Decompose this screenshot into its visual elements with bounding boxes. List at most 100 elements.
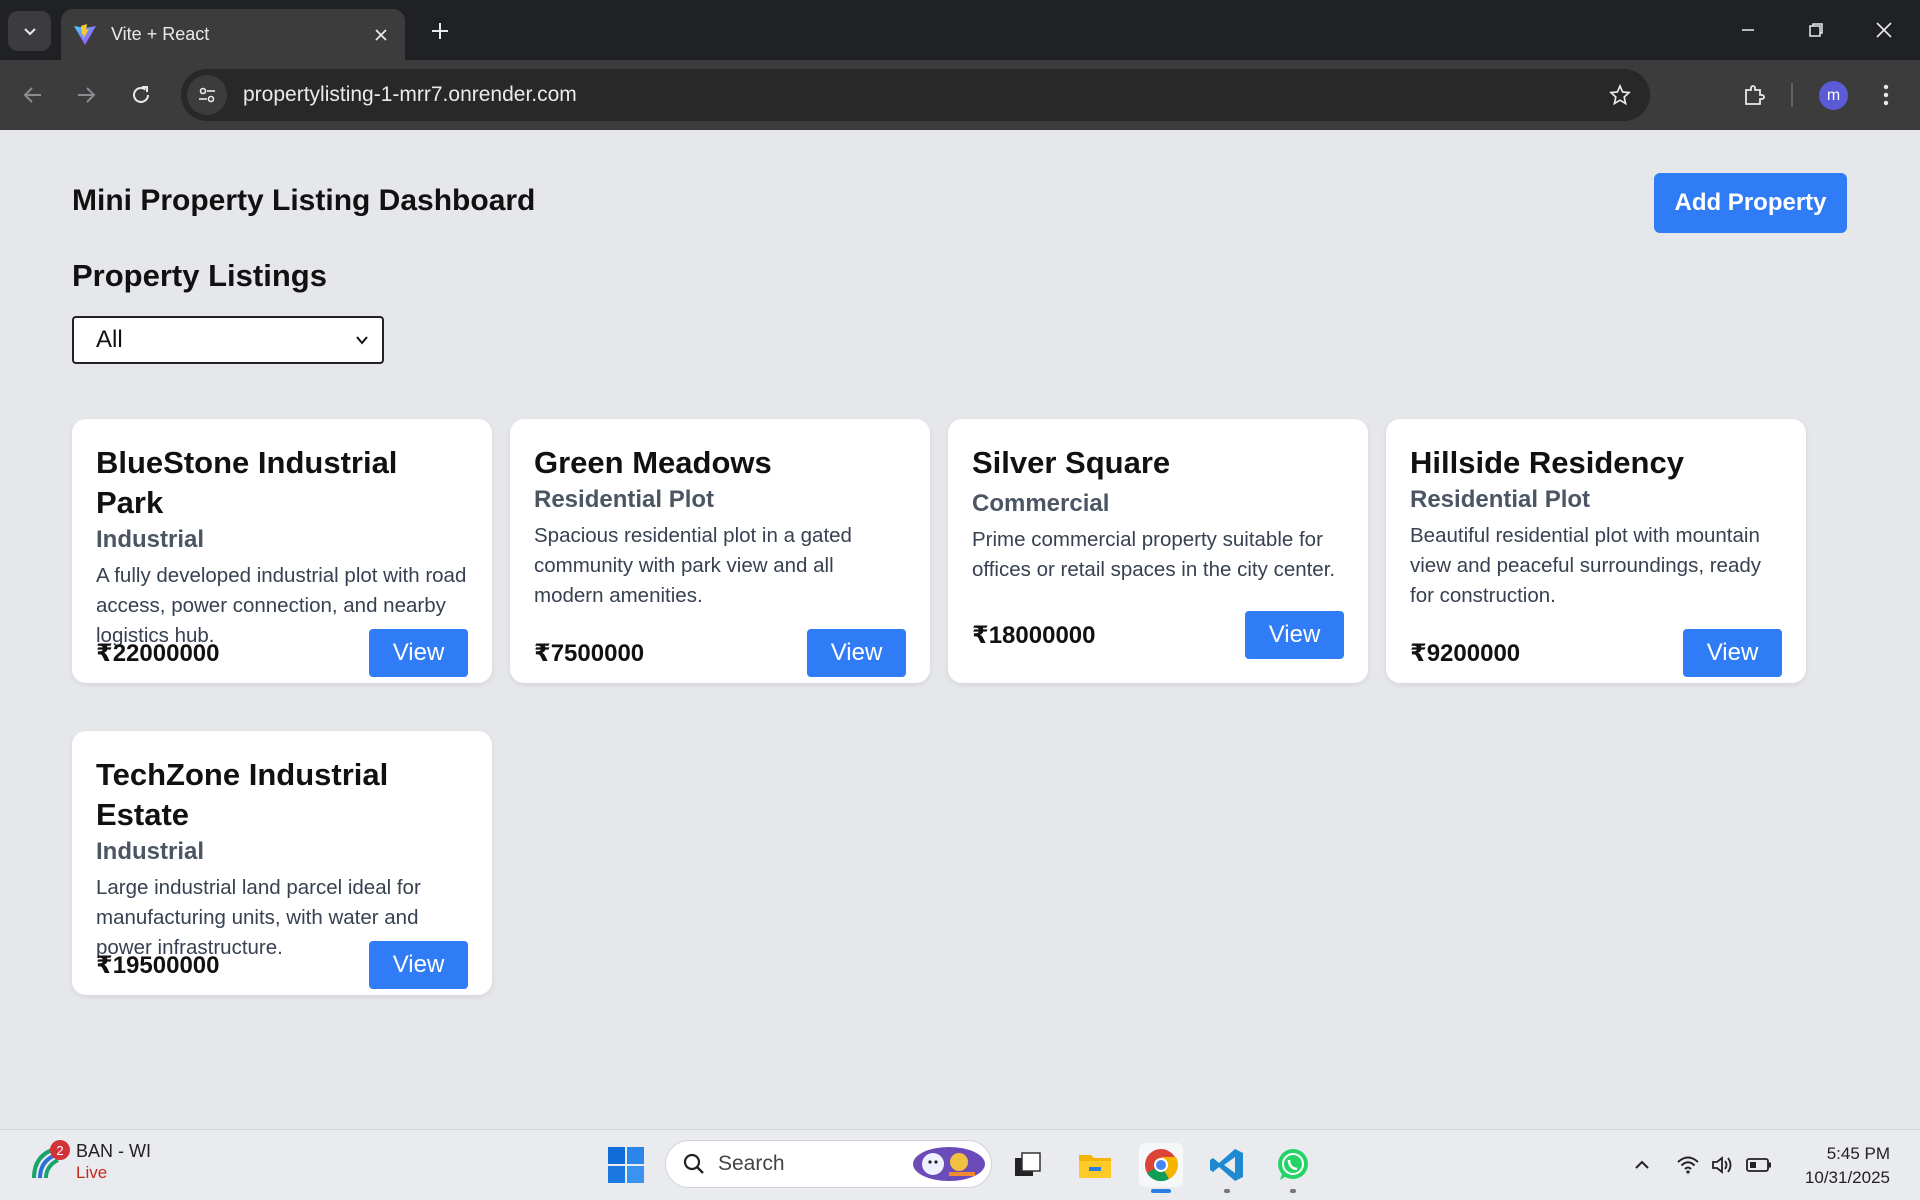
view-button[interactable]: View [807, 629, 906, 677]
property-title: Hillside Residency [1410, 445, 1684, 480]
bookmark-button[interactable] [1600, 75, 1640, 115]
start-button[interactable] [607, 1146, 645, 1184]
running-indicator [1224, 1189, 1230, 1193]
vite-logo-icon [74, 23, 96, 45]
folder-icon [1079, 1155, 1111, 1178]
card-footer: ₹18000000 View [972, 611, 1344, 659]
os-taskbar: 2 BAN - WI Live Search 5:45 PM 10/31/202… [0, 1129, 1920, 1200]
show-hidden-icons-button[interactable] [1627, 1150, 1657, 1180]
clock-date: 10/31/2025 [1804, 1168, 1890, 1187]
page-title: Mini Property Listing Dashboard [72, 184, 536, 217]
site-info-button[interactable] [187, 75, 227, 115]
search-icon [683, 1153, 704, 1174]
toolbar-divider [1791, 83, 1793, 107]
taskbar-search[interactable]: Search [665, 1140, 992, 1188]
property-description: Prime commercial property suitable for o… [972, 528, 1336, 581]
property-price: ₹7500000 [534, 639, 645, 667]
browser-menu-button[interactable] [1870, 75, 1902, 115]
vscode-icon [1210, 1149, 1243, 1181]
url-text[interactable]: propertylisting-1-mrr7.onrender.com [243, 83, 1600, 107]
active-indicator [1151, 1189, 1171, 1193]
network-button[interactable] [1673, 1150, 1703, 1180]
section-title: Property Listings [72, 258, 327, 293]
property-type: Industrial [96, 838, 205, 865]
restore-button[interactable] [1792, 10, 1840, 50]
add-property-button[interactable]: Add Property [1654, 173, 1847, 233]
volume-icon [1712, 1156, 1732, 1174]
restore-icon [1809, 23, 1823, 37]
halloween-search-highlight-icon [913, 1147, 985, 1181]
battery-button[interactable] [1744, 1150, 1774, 1180]
taskbar-app-file-explorer[interactable] [1073, 1143, 1117, 1187]
plus-icon [432, 23, 448, 39]
task-view-icon [1015, 1152, 1041, 1176]
view-button[interactable]: View [1683, 629, 1782, 677]
property-card: Hillside Residency Residential Plot Beau… [1386, 419, 1806, 683]
property-type: Commercial [972, 490, 1110, 517]
view-button[interactable]: View [1245, 611, 1344, 659]
property-type: Residential Plot [534, 486, 715, 513]
widget-status: Live [76, 1163, 108, 1182]
browser-toolbar: propertylisting-1-mrr7.onrender.com m [0, 60, 1920, 130]
property-card: Green Meadows Residential Plot Spacious … [510, 419, 930, 683]
arrow-left-icon [23, 87, 41, 103]
property-type: Residential Plot [1410, 486, 1591, 513]
widgets-button[interactable]: 2 BAN - WI Live [28, 1140, 151, 1184]
property-description: Spacious residential plot in a gated com… [534, 524, 852, 607]
battery-icon [1746, 1158, 1771, 1172]
chevron-down-icon [356, 336, 368, 345]
volume-button[interactable] [1708, 1150, 1738, 1180]
chevron-up-icon [1635, 1160, 1649, 1169]
property-title: TechZone Industrial Estate [96, 757, 389, 832]
clock-time: 5:45 PM [1826, 1144, 1890, 1163]
property-title: Silver Square [972, 445, 1171, 480]
property-card: BlueStone Industrial Park Industrial A f… [72, 419, 492, 683]
browser-tabbar: Vite + React [0, 0, 1920, 60]
property-card: TechZone Industrial Estate Industrial La… [72, 731, 492, 995]
reload-icon [133, 86, 149, 103]
browser-tab[interactable]: Vite + React [61, 9, 405, 60]
close-icon[interactable] [369, 23, 393, 47]
more-vert-icon [1883, 84, 1889, 106]
taskbar-app-task-view[interactable] [1006, 1143, 1050, 1187]
tune-icon [199, 87, 215, 103]
property-price: ₹22000000 [96, 639, 220, 667]
close-window-button[interactable] [1860, 10, 1908, 50]
wifi-icon [1677, 1156, 1699, 1174]
minimize-icon [1742, 29, 1754, 31]
view-button[interactable]: View [369, 629, 468, 677]
chrome-icon [1145, 1149, 1178, 1182]
chevron-down-icon [23, 28, 36, 36]
cricket-icon: 2 [28, 1140, 70, 1182]
whatsapp-icon [1278, 1149, 1308, 1180]
reload-button[interactable] [123, 77, 159, 113]
forward-button[interactable] [68, 77, 104, 113]
profile-avatar[interactable]: m [1819, 81, 1848, 110]
extensions-button[interactable] [1734, 75, 1774, 115]
taskbar-app-whatsapp[interactable] [1271, 1143, 1315, 1193]
property-price: ₹18000000 [972, 621, 1096, 649]
card-footer: ₹19500000 View [96, 941, 468, 989]
puzzle-icon [1745, 85, 1765, 105]
tab-title: Vite + React [111, 24, 210, 44]
tab-search-button[interactable] [8, 11, 51, 51]
page-content: Mini Property Listing Dashboard Add Prop… [0, 130, 1920, 1129]
taskbar-app-chrome[interactable] [1139, 1143, 1183, 1193]
property-type-filter[interactable]: All [72, 316, 384, 364]
property-price: ₹19500000 [96, 951, 220, 979]
back-button[interactable] [15, 77, 51, 113]
new-tab-button[interactable] [423, 14, 457, 48]
star-icon [1609, 84, 1631, 106]
notification-badge: 2 [50, 1140, 70, 1160]
running-indicator [1290, 1189, 1296, 1193]
card-footer: ₹9200000 View [1410, 629, 1782, 677]
property-type: Industrial [96, 526, 205, 553]
windows-logo-icon [608, 1147, 644, 1183]
arrow-right-icon [78, 87, 96, 103]
property-title: Green Meadows [534, 445, 772, 480]
minimize-button[interactable] [1724, 10, 1772, 50]
taskbar-app-vscode[interactable] [1205, 1143, 1249, 1193]
view-button[interactable]: View [369, 941, 468, 989]
address-bar[interactable]: propertylisting-1-mrr7.onrender.com [181, 69, 1650, 121]
system-clock[interactable]: 5:45 PM 10/31/2025 [1790, 1142, 1890, 1190]
